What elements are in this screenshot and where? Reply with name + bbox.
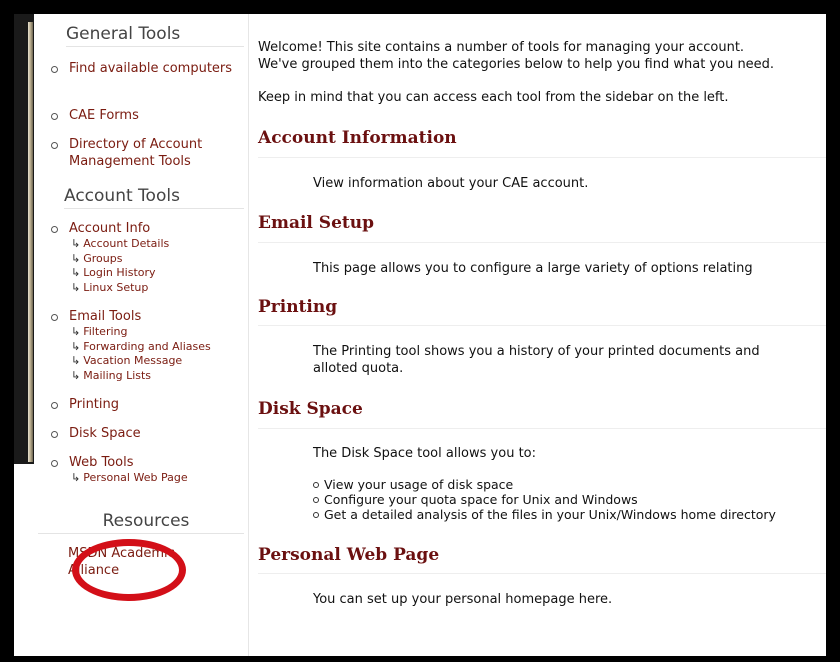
disk-space-bullet: Get a detailed analysis of the files in … [324, 507, 776, 522]
section-text-personal-web-page: You can set up your personal homepage he… [313, 592, 613, 607]
sidebar-subitem[interactable]: ↳ Filtering [71, 325, 211, 340]
account-info-subitems: ↳ Account Details ↳ Groups ↳ Login History … [71, 237, 169, 295]
section-divider [258, 325, 826, 326]
resources-heading: Resources [38, 511, 244, 534]
section-text-account-information: View information about your CAE account. [313, 176, 589, 191]
section-divider [258, 573, 826, 574]
account-tools-heading: Account Tools [64, 186, 244, 209]
highlight-circle-annotation [72, 539, 186, 601]
sidebar: General Tools Find available computers C… [34, 14, 249, 656]
section-text-disk-space: The Disk Space tool allows you to: [313, 446, 536, 461]
sidebar-item-disk-space[interactable]: Disk Space [69, 425, 141, 442]
section-divider [258, 428, 826, 429]
section-divider [258, 242, 826, 243]
left-frame-bevel [28, 22, 33, 462]
intro-line-3: Keep in mind that you can access each to… [258, 90, 729, 105]
sidebar-subitem[interactable]: ↳ Mailing Lists [71, 369, 211, 384]
main-content: Welcome! This site contains a number of … [250, 14, 826, 656]
circle-bullet-icon [51, 460, 58, 467]
sidebar-subitem[interactable]: ↳ Login History [71, 266, 169, 281]
return-arrow-icon: ↳ [71, 251, 81, 265]
return-arrow-icon: ↳ [71, 368, 81, 382]
circle-bullet-icon [313, 482, 319, 488]
disk-space-bullet: Configure your quota space for Unix and … [324, 492, 638, 507]
section-text-email-setup: This page allows you to configure a larg… [313, 261, 753, 276]
sidebar-item-account-info[interactable]: Account Info [69, 220, 150, 237]
section-text-printing-cont: alloted quota. [313, 361, 404, 376]
left-frame-bar [14, 14, 34, 464]
sidebar-item-find-computers[interactable]: Find available computers [69, 60, 239, 77]
sidebar-item-directory[interactable]: Directory of Account Management Tools [69, 136, 239, 170]
disk-space-bullet: View your usage of disk space [324, 477, 514, 492]
circle-bullet-icon [51, 402, 58, 409]
section-title-email-setup: Email Setup [258, 213, 374, 233]
intro-line-2: We've grouped them into the categories b… [258, 57, 775, 72]
sidebar-item-cae-forms[interactable]: CAE Forms [69, 107, 139, 124]
sidebar-subitem[interactable]: ↳ Linux Setup [71, 281, 169, 296]
return-arrow-icon: ↳ [71, 339, 81, 353]
circle-bullet-icon [313, 497, 319, 503]
circle-bullet-icon [51, 431, 58, 438]
circle-bullet-icon [51, 314, 58, 321]
browser-frame: General Tools Find available computers C… [14, 14, 826, 656]
section-title-disk-space: Disk Space [258, 399, 363, 419]
section-title-printing: Printing [258, 297, 338, 317]
sidebar-subitem[interactable]: ↳ Personal Web Page [71, 471, 188, 486]
circle-bullet-icon [51, 113, 58, 120]
email-tools-subitems: ↳ Filtering ↳ Forwarding and Aliases ↳ Vaca… [71, 325, 211, 383]
section-title-account-information: Account Information [258, 128, 457, 148]
section-text-printing: The Printing tool shows you a history of… [313, 344, 760, 359]
return-arrow-icon: ↳ [71, 237, 81, 250]
circle-bullet-icon [51, 142, 58, 149]
circle-bullet-icon [51, 226, 58, 233]
circle-bullet-icon [51, 66, 58, 73]
intro-line-1: Welcome! This site contains a number of … [258, 40, 745, 55]
return-arrow-icon: ↳ [71, 354, 81, 367]
sidebar-item-printing[interactable]: Printing [69, 396, 119, 413]
return-arrow-icon: ↳ [71, 266, 81, 279]
section-title-personal-web-page: Personal Web Page [258, 545, 440, 565]
web-tools-subitems: ↳ Personal Web Page [71, 471, 188, 486]
sidebar-item-email-tools[interactable]: Email Tools [69, 308, 141, 325]
sidebar-subitem[interactable]: ↳ Forwarding and Aliases [71, 340, 211, 355]
sidebar-subitem[interactable]: ↳ Groups [71, 252, 169, 267]
return-arrow-icon: ↳ [71, 280, 81, 294]
general-tools-heading: General Tools [66, 24, 244, 47]
sidebar-subitem[interactable]: ↳ Vacation Message [71, 354, 211, 369]
sidebar-subitem[interactable]: ↳ Account Details [71, 237, 169, 252]
circle-bullet-icon [313, 512, 319, 518]
sidebar-item-web-tools[interactable]: Web Tools [69, 454, 134, 471]
section-divider [258, 157, 826, 158]
return-arrow-icon: ↳ [71, 325, 81, 338]
return-arrow-icon: ↳ [71, 471, 81, 484]
